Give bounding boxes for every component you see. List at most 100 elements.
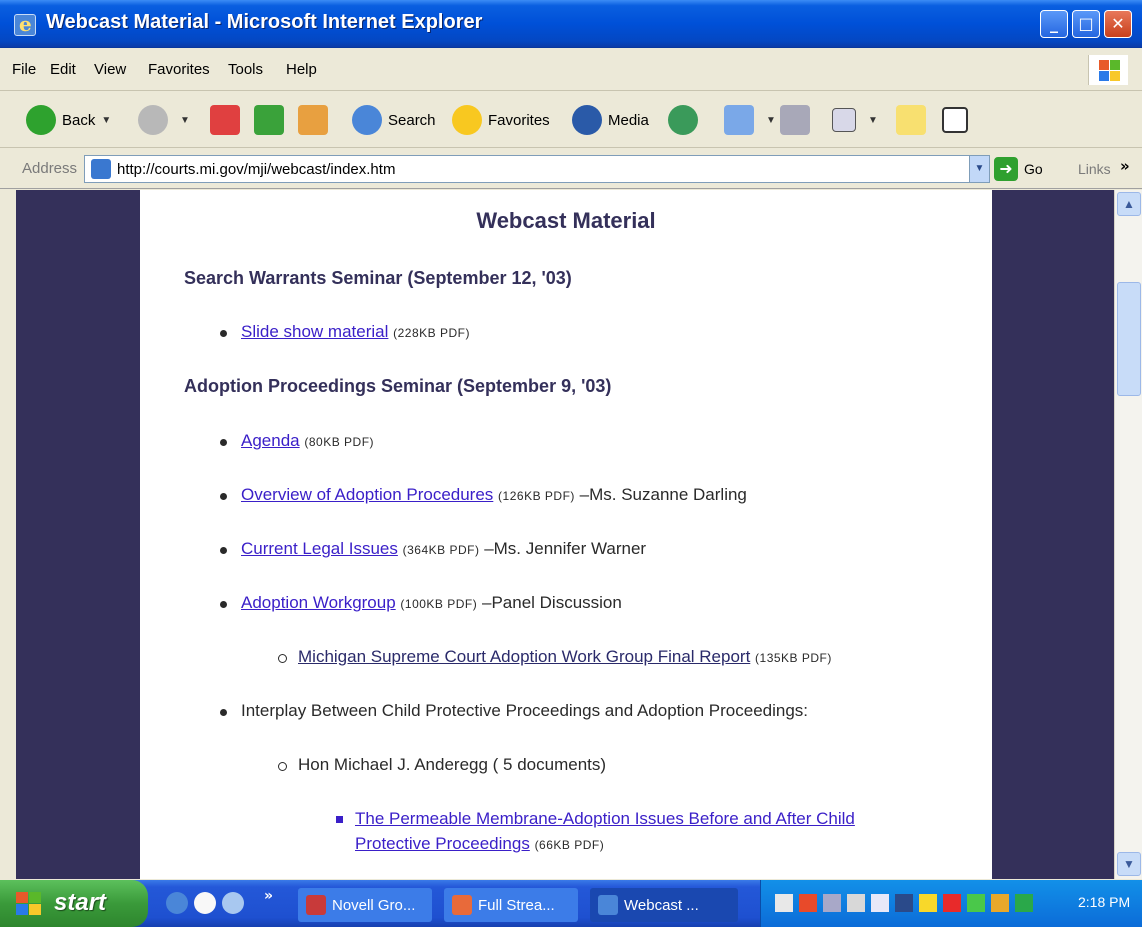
tray-icon[interactable] xyxy=(943,894,961,912)
mail-button[interactable]: ▼ xyxy=(724,102,776,138)
novell-icon xyxy=(306,895,326,915)
address-dropdown-icon[interactable]: ▼ xyxy=(969,156,989,182)
word-icon xyxy=(832,108,856,132)
address-label: Address xyxy=(22,160,78,177)
legal-issues-link[interactable]: Current Legal Issues xyxy=(241,539,398,558)
section-heading-search-warrants: Search Warrants Seminar (September 12, '… xyxy=(184,268,572,288)
final-report-link[interactable]: Michigan Supreme Court Adoption Work Gro… xyxy=(298,647,750,666)
tray-icon[interactable] xyxy=(799,894,817,912)
vertical-scrollbar[interactable]: ▲ ▼ xyxy=(1114,190,1142,879)
tray-icon[interactable] xyxy=(775,894,793,912)
task-full-stream[interactable]: Full Strea... xyxy=(444,888,578,922)
tray-icon[interactable] xyxy=(871,894,889,912)
task-label: Novell Gro... xyxy=(332,896,416,914)
tray-icon[interactable] xyxy=(919,894,937,912)
title-bar: Webcast Material - Microsoft Internet Ex… xyxy=(0,0,1142,48)
permeable-membrane-link[interactable]: The Permeable Membrane-Adoption Issues B… xyxy=(355,809,855,828)
quicklaunch-more-icon[interactable]: » xyxy=(264,888,273,904)
scroll-thumb[interactable] xyxy=(1117,282,1141,396)
back-dropdown-icon[interactable]: ▼ xyxy=(101,115,111,126)
forward-arrow-icon xyxy=(138,105,168,135)
file-size: (100KB PDF) xyxy=(400,597,478,611)
task-label: Full Strea... xyxy=(478,896,555,914)
task-novell[interactable]: Novell Gro... xyxy=(298,888,432,922)
menu-edit[interactable]: Edit xyxy=(50,61,76,78)
links-label[interactable]: Links xyxy=(1078,161,1111,177)
file-size: (80KB PDF) xyxy=(304,435,375,449)
list-item: Overview of Adoption Procedures (126KB P… xyxy=(241,485,747,505)
workgroup-link[interactable]: Adoption Workgroup xyxy=(241,593,396,612)
tray-icon[interactable] xyxy=(1015,894,1033,912)
history-button[interactable] xyxy=(668,102,704,138)
file-size: (364KB PDF) xyxy=(402,543,480,557)
minimize-button[interactable]: _ xyxy=(1040,10,1068,38)
print-button[interactable] xyxy=(780,102,816,138)
desktop-quicklaunch-icon[interactable] xyxy=(222,892,244,914)
tray-icon[interactable] xyxy=(847,894,865,912)
overview-link[interactable]: Overview of Adoption Procedures xyxy=(241,485,493,504)
go-button[interactable]: Go xyxy=(1024,161,1043,177)
messenger-button[interactable] xyxy=(942,102,974,138)
stop-button[interactable] xyxy=(210,102,246,138)
menu-file[interactable]: File xyxy=(12,61,36,78)
home-button[interactable] xyxy=(298,102,334,138)
back-arrow-icon xyxy=(26,105,56,135)
page-title: Webcast Material xyxy=(476,208,656,233)
square-bullet-icon xyxy=(336,816,343,823)
scroll-down-icon[interactable]: ▼ xyxy=(1117,852,1141,876)
bullet-icon xyxy=(220,439,227,446)
slide-show-link[interactable]: Slide show material xyxy=(241,322,388,341)
file-size: (228KB PDF) xyxy=(393,326,470,340)
go-arrow-icon[interactable]: ➜ xyxy=(994,157,1018,181)
forward-dropdown-icon[interactable]: ▼ xyxy=(180,115,190,126)
mail-dropdown-icon[interactable]: ▼ xyxy=(766,115,776,126)
tray-icon[interactable] xyxy=(967,894,985,912)
ie-quicklaunch-icon[interactable] xyxy=(166,892,188,914)
menu-favorites[interactable]: Favorites xyxy=(148,61,210,78)
maximize-button[interactable]: □ xyxy=(1072,10,1100,38)
windows-flag-icon xyxy=(16,892,42,916)
address-input[interactable]: http://courts.mi.gov/mji/webcast/index.h… xyxy=(84,155,990,183)
bullet-icon xyxy=(220,709,227,716)
start-label: start xyxy=(54,889,107,916)
links-chevron-icon[interactable]: » xyxy=(1120,157,1130,175)
presenter: –Ms. Suzanne Darling xyxy=(574,485,747,504)
list-item: The Permeable Membrane-Adoption Issues B… xyxy=(355,809,855,829)
back-label: Back xyxy=(62,111,96,129)
tray-icon[interactable] xyxy=(991,894,1009,912)
discuss-button[interactable] xyxy=(896,102,932,138)
address-url: http://courts.mi.gov/mji/webcast/index.h… xyxy=(117,161,396,178)
address-bar: Address http://courts.mi.gov/mji/webcast… xyxy=(0,149,1142,189)
search-button[interactable]: Search xyxy=(352,102,436,138)
circle-bullet-icon xyxy=(278,654,287,663)
tray-icon[interactable] xyxy=(895,894,913,912)
list-item: Adoption Workgroup (100KB PDF) –Panel Di… xyxy=(241,593,622,613)
tray-icon[interactable] xyxy=(823,894,841,912)
circle-bullet-icon xyxy=(278,762,287,771)
forward-button[interactable]: ▼ xyxy=(138,102,190,138)
permeable-membrane-link-cont[interactable]: Protective Proceedings xyxy=(355,834,530,853)
window-title: Webcast Material - Microsoft Internet Ex… xyxy=(46,11,483,33)
media-quicklaunch-icon[interactable] xyxy=(194,892,216,914)
edit-dropdown-icon[interactable]: ▼ xyxy=(868,115,878,126)
ie-icon xyxy=(14,12,36,36)
menu-tools[interactable]: Tools xyxy=(228,61,263,78)
start-button[interactable]: start xyxy=(0,880,148,927)
list-item: Michigan Supreme Court Adoption Work Gro… xyxy=(298,647,832,667)
edit-word-button[interactable]: ▼ xyxy=(832,102,878,138)
bullet-icon xyxy=(220,547,227,554)
refresh-icon xyxy=(254,105,284,135)
refresh-button[interactable] xyxy=(254,102,290,138)
page-icon xyxy=(91,159,111,179)
favorites-button[interactable]: Favorites xyxy=(452,102,550,138)
scroll-up-icon[interactable]: ▲ xyxy=(1117,192,1141,216)
menu-view[interactable]: View xyxy=(94,61,126,78)
task-webcast[interactable]: Webcast ... xyxy=(590,888,738,922)
close-button[interactable]: ✕ xyxy=(1104,10,1132,38)
menu-help[interactable]: Help xyxy=(286,61,317,78)
media-icon xyxy=(572,105,602,135)
agenda-link[interactable]: Agenda xyxy=(241,431,300,450)
favorites-label: Favorites xyxy=(488,111,550,129)
media-button[interactable]: Media xyxy=(572,102,649,138)
back-button[interactable]: Back ▼ xyxy=(26,102,111,138)
